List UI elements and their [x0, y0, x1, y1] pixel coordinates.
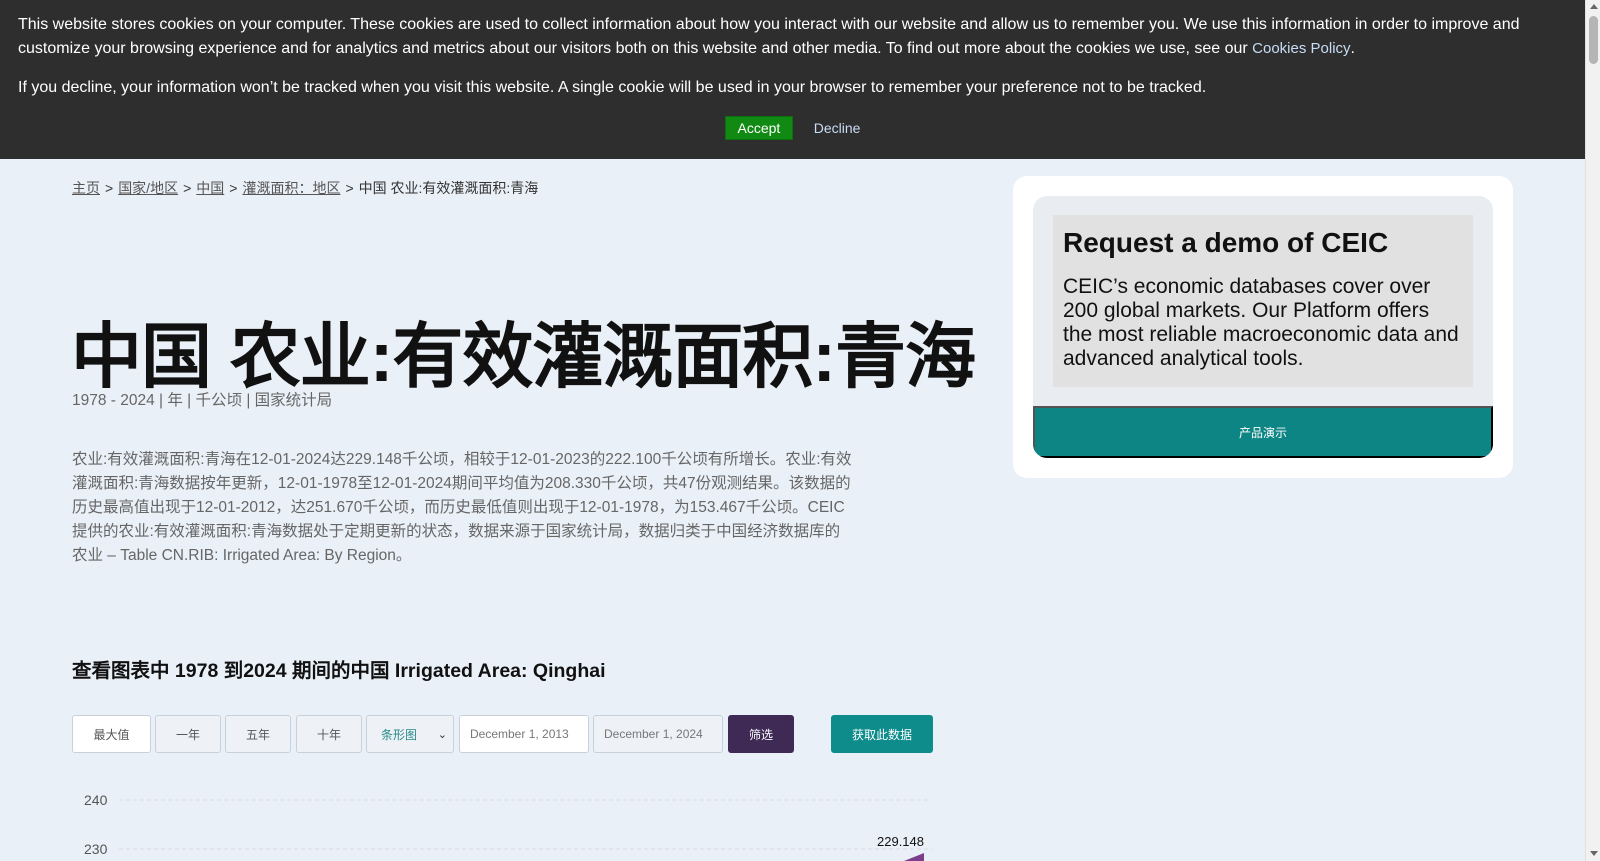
data-label: 229.148 — [877, 834, 924, 849]
get-data-button[interactable]: 获取此数据 — [831, 715, 933, 753]
chart-svg: 240 230 229.148 — [84, 792, 932, 861]
breadcrumb-countries[interactable]: 国家/地区 — [118, 180, 178, 196]
demo-card: Request a demo of CEIC CEIC’s economic d… — [1013, 176, 1513, 478]
demo-body: CEIC’s economic databases cover over 200… — [1063, 275, 1459, 370]
page-scrollbar[interactable] — [1585, 0, 1600, 861]
cookie-actions: Accept Decline — [0, 116, 1585, 140]
cookie-decline-text: If you decline, your information won’t b… — [18, 79, 1207, 96]
breadcrumb: 主页 > 国家/地区 > 中国 > 灌溉面积：地区 > 中国 农业:有效灌溉面积:青海 — [72, 178, 538, 198]
accept-button[interactable]: Accept — [724, 116, 794, 140]
breadcrumb-separator: > — [105, 180, 114, 196]
range-max-button[interactable]: 最大值 — [72, 715, 151, 753]
breadcrumb-irrigated-area[interactable]: 灌溉面积：地区 — [242, 180, 340, 196]
date-from-input[interactable]: December 1, 2013 — [459, 715, 589, 753]
chart-bar[interactable] — [904, 853, 924, 861]
range-5y-button[interactable]: 五年 — [225, 715, 291, 753]
breadcrumb-separator: > — [183, 180, 192, 196]
breadcrumb-separator: > — [345, 180, 354, 196]
chart-type-value: 条形图 — [381, 727, 418, 742]
breadcrumb-separator: > — [229, 180, 238, 196]
cookies-policy-link[interactable]: Cookies Policy — [1252, 40, 1350, 57]
breadcrumb-current: 中国 农业:有效灌溉面积:青海 — [358, 180, 539, 196]
demo-request-button[interactable]: 产品演示 — [1033, 406, 1493, 458]
demo-title: Request a demo of CEIC — [1063, 227, 1389, 258]
chart: 240 230 229.148 — [72, 780, 932, 861]
breadcrumb-china[interactable]: 中国 — [196, 180, 224, 196]
demo-text-box: Request a demo of CEIC CEIC’s economic d… — [1053, 215, 1473, 387]
y-tick-label: 240 — [84, 792, 108, 808]
range-1y-button[interactable]: 一年 — [155, 715, 221, 753]
chart-heading: 查看图表中 1978 到2024 期间的中国 Irrigated Area: Q… — [72, 660, 606, 682]
page-title: 中国 农业:有效灌溉面积:青海 — [71, 318, 976, 397]
series-meta: 1978 - 2024 | 年 | 千公顷 | 国家统计局 — [72, 392, 333, 409]
scroll-down-icon[interactable] — [1590, 851, 1598, 856]
series-description: 农业:有效灌溉面积:青海在12-01-2024达229.148千公顷，相较于12… — [72, 451, 852, 564]
cookie-text: This website stores cookies on your comp… — [18, 13, 1567, 61]
filter-button[interactable]: 筛选 — [728, 715, 794, 753]
cookie-text-end: . — [1350, 40, 1355, 57]
chevron-down-icon: ⌄ — [437, 728, 447, 741]
y-tick-label: 230 — [84, 841, 108, 857]
demo-card-inner: Request a demo of CEIC CEIC’s economic d… — [1033, 196, 1493, 458]
chart-type-select[interactable]: 条形图 ⌄ — [366, 715, 454, 753]
cookie-banner: This website stores cookies on your comp… — [0, 0, 1585, 159]
range-10y-button[interactable]: 十年 — [296, 715, 362, 753]
date-to-input[interactable]: December 1, 2024 — [593, 715, 723, 753]
breadcrumb-home[interactable]: 主页 — [72, 180, 100, 196]
decline-button[interactable]: Decline — [814, 120, 861, 136]
scrollbar-thumb[interactable] — [1589, 16, 1598, 64]
scroll-up-icon[interactable] — [1590, 4, 1598, 9]
